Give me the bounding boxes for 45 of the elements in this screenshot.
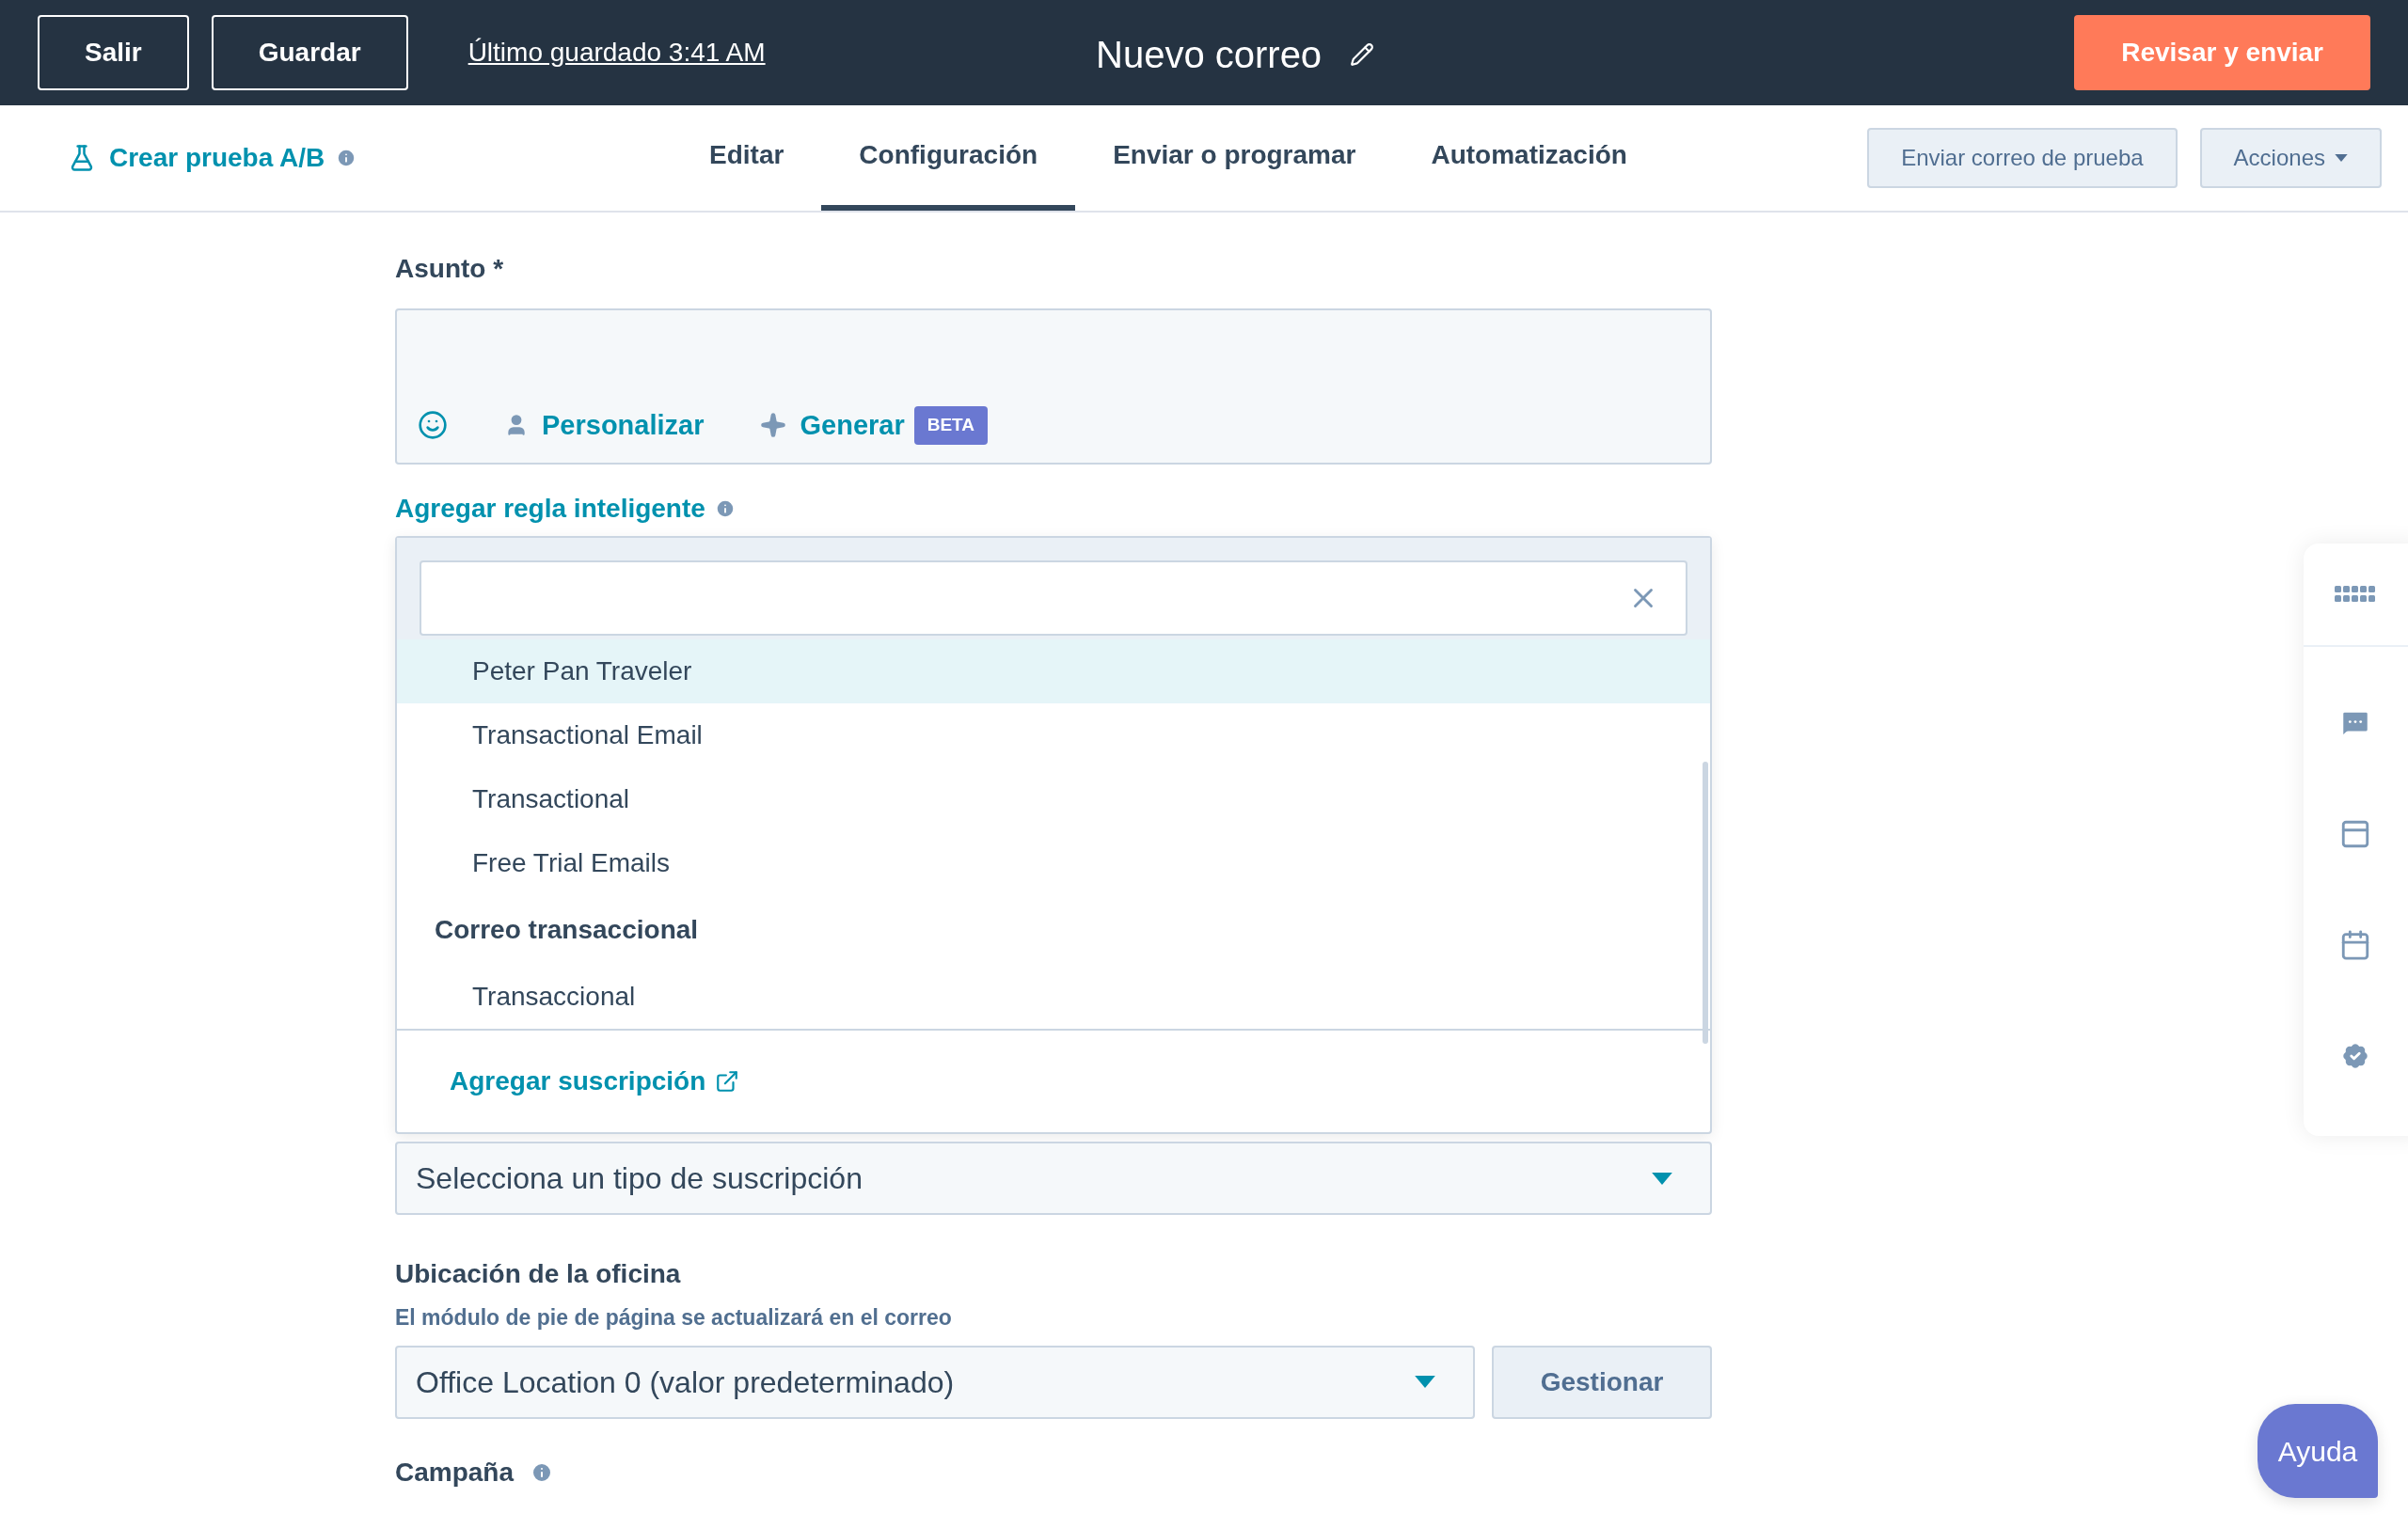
beta-badge: BETA	[913, 406, 989, 445]
scrollbar[interactable]	[1703, 762, 1708, 1044]
search-field[interactable]	[420, 560, 1687, 636]
tab[interactable]: Configuración	[821, 105, 1076, 211]
campaign-label: Campaña	[395, 1456, 515, 1489]
tab[interactable]: Editar	[672, 105, 822, 211]
subscription-option[interactable]: Transactional	[397, 767, 1710, 831]
info-icon[interactable]	[714, 498, 736, 519]
group-heading: Correo transaccional	[434, 914, 700, 946]
pencil-icon[interactable]	[1350, 42, 1375, 67]
subscription-option[interactable]: Free Trial Emails	[397, 831, 1710, 895]
subject-input[interactable]: Personalizar Generar BETA	[395, 308, 1712, 465]
ab-test-link[interactable]: Crear prueba A/B	[68, 138, 325, 178]
subject-label: Asunto *	[395, 253, 505, 285]
send-test-email-button[interactable]: Enviar correo de prueba	[1867, 128, 2178, 188]
external-link-icon	[715, 1069, 740, 1094]
email-title: Nuevo correo	[1096, 33, 1323, 77]
subscription-option[interactable]: Peter Pan Traveler	[397, 639, 1710, 703]
office-location-label: Ubicación de la oficina	[395, 1258, 682, 1290]
calendar-icon[interactable]	[2339, 929, 2371, 961]
select-placeholder: Selecciona un tipo de suscripción	[416, 1160, 863, 1197]
subscription-select[interactable]: Selecciona un tipo de suscripción	[395, 1142, 1712, 1215]
help-button[interactable]: Ayuda	[2258, 1404, 2378, 1498]
last-saved-link[interactable]: Último guardado 3:41 AM	[467, 33, 766, 72]
office-location-hint: El módulo de pie de página se actualizará en el correo	[395, 1304, 953, 1332]
tab[interactable]: Enviar o programar	[1075, 105, 1394, 211]
info-icon[interactable]	[336, 148, 357, 168]
subscription-option[interactable]: Transaccional	[397, 965, 1710, 1029]
window-icon[interactable]	[2339, 818, 2371, 850]
caret-icon	[1652, 1172, 1672, 1185]
top-bar-button[interactable]: Guardar	[211, 15, 408, 90]
emoji-icon[interactable]	[418, 410, 448, 440]
smart-rule-link[interactable]: Agregar regla inteligente	[395, 489, 705, 528]
add-subscription-link[interactable]: Agregar suscripción	[450, 1062, 740, 1101]
subscription-option[interactable]: Transactional Email	[397, 703, 1710, 767]
sparkle-icon	[760, 412, 787, 439]
actions-button[interactable]: Acciones	[2199, 128, 2382, 188]
tab[interactable]: Automatización	[1393, 105, 1665, 211]
caret-icon	[1415, 1376, 1435, 1388]
select-value: Office Location 0 (valor predeterminado)	[416, 1363, 955, 1401]
caret-icon	[2335, 154, 2348, 162]
office-location-select[interactable]: Office Location 0 (valor predeterminado)	[395, 1345, 1475, 1419]
manage-button[interactable]: Gestionar	[1492, 1345, 1712, 1419]
top-bar-button[interactable]: Salir	[38, 15, 189, 90]
grid-icon[interactable]	[2335, 586, 2376, 603]
